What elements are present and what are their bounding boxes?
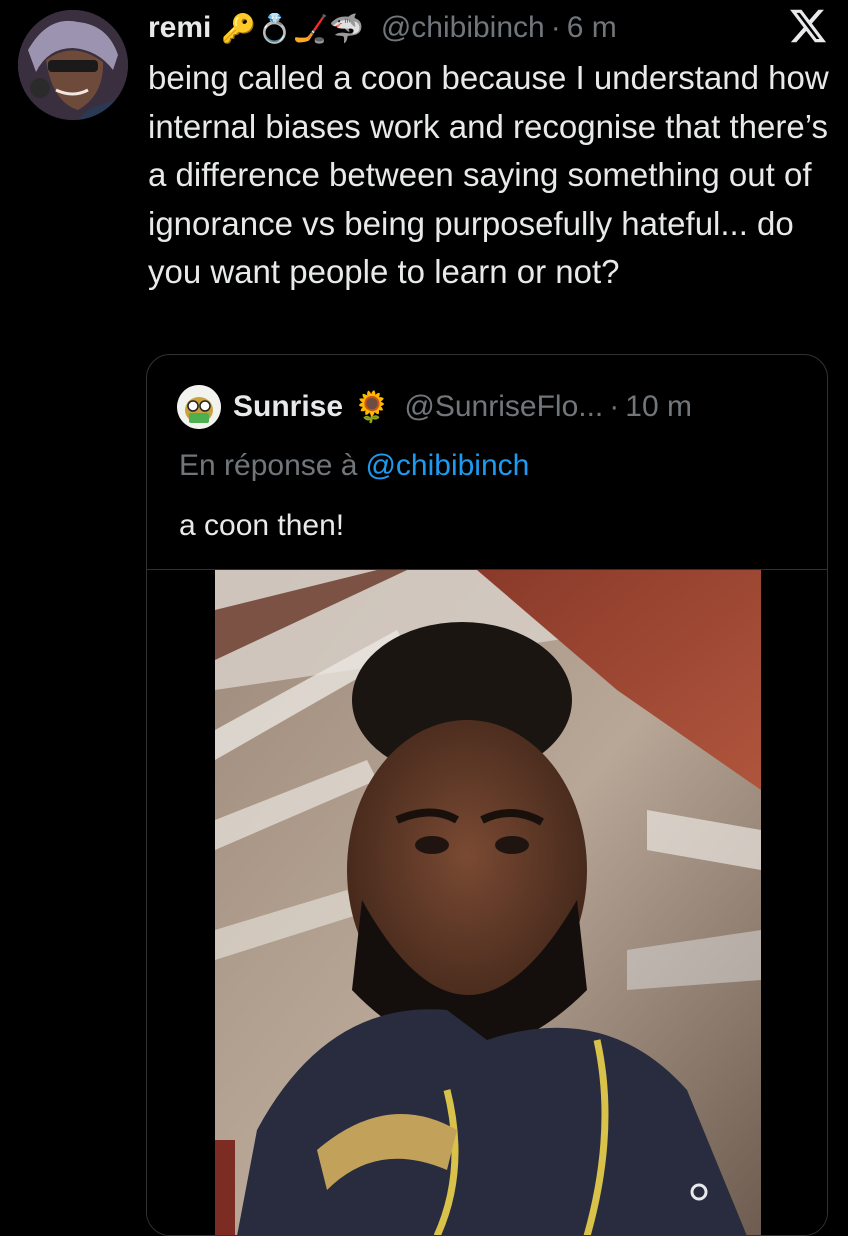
- author-avatar[interactable]: [18, 10, 128, 120]
- reply-prefix: En réponse à: [179, 449, 358, 482]
- video-frame: [147, 570, 827, 1235]
- video-thumbnail[interactable]: [147, 569, 827, 1235]
- x-logo-icon[interactable]: [788, 6, 828, 46]
- avatar-illustration: [18, 10, 128, 120]
- separator-dot: ·: [609, 390, 620, 423]
- tweet-timestamp[interactable]: 6 m: [567, 11, 617, 45]
- tweet-text: being called a coon because I understand…: [148, 59, 829, 290]
- avatar-illustration: [177, 385, 221, 429]
- quoted-tweet-header: Sunrise 🌻 @SunriseFlo... · 10 m: [177, 385, 692, 429]
- quoted-author-handle[interactable]: @SunriseFlo...: [404, 390, 603, 424]
- quoted-tweet-timestamp[interactable]: 10 m: [625, 390, 692, 424]
- tweet[interactable]: remi 🔑💍🏒🦈 @chibibinch · 6 m being called…: [0, 0, 848, 1236]
- quoted-author-emoji: 🌻: [353, 390, 391, 424]
- separator-dot: ·: [550, 11, 561, 44]
- author-name[interactable]: remi: [148, 11, 211, 45]
- reply-context: En réponse à @chibibinch: [179, 449, 529, 483]
- reply-mention-link[interactable]: @chibibinch: [365, 449, 529, 482]
- author-emojis: 🔑💍🏒🦈: [221, 12, 365, 44]
- quoted-author-name[interactable]: Sunrise: [233, 390, 343, 424]
- quoted-author-avatar[interactable]: [177, 385, 221, 429]
- tweet-header: remi 🔑💍🏒🦈 @chibibinch · 6 m: [148, 6, 617, 50]
- author-handle[interactable]: @chibibinch: [381, 11, 545, 45]
- quoted-tweet-text: a coon then!: [179, 509, 345, 542]
- quoted-tweet[interactable]: Sunrise 🌻 @SunriseFlo... · 10 m En répon…: [146, 354, 828, 1236]
